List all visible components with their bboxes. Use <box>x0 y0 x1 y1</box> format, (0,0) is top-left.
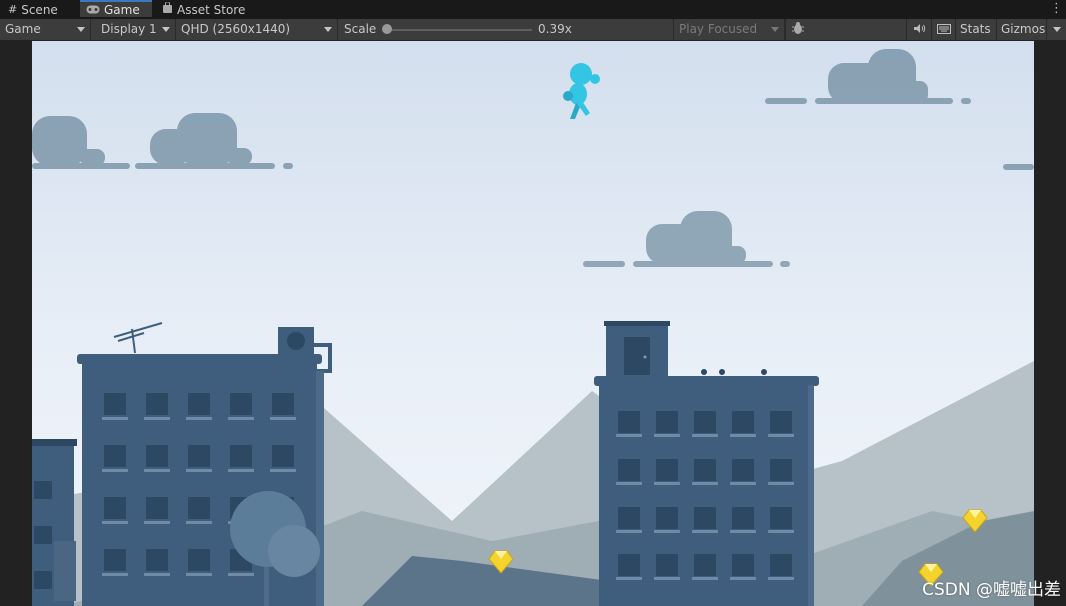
chevron-down-icon <box>1053 27 1061 32</box>
game-scene <box>32 41 1034 606</box>
gizmos-dropdown[interactable] <box>1046 19 1066 40</box>
chevron-down-icon <box>324 27 332 32</box>
grid-icon: # <box>8 2 18 16</box>
gizmos-button[interactable]: Gizmos <box>996 19 1049 40</box>
scale-value: 0.39x <box>538 22 572 36</box>
tab-label: Scene <box>21 2 58 17</box>
viewport-letterbox-right <box>1034 41 1066 606</box>
display-value: Display 1 <box>101 22 157 36</box>
shortcuts-button[interactable] <box>931 19 956 40</box>
resolution-value: QHD (2560x1440) <box>181 22 291 36</box>
tab-label: Asset Store <box>177 2 246 17</box>
watermark: CSDN @嘘嘘出差 <box>922 580 1061 600</box>
play-mode-value: Play Focused <box>679 22 758 36</box>
gamepad-icon <box>86 0 100 20</box>
shopping-bag-icon <box>162 0 173 20</box>
view-mode-value: Game <box>5 22 41 36</box>
kebab-menu-icon[interactable]: ⋮ <box>1050 1 1063 17</box>
view-mode-dropdown[interactable]: Game <box>0 19 91 40</box>
tab-asset-store[interactable]: Asset Store <box>162 0 245 19</box>
chevron-down-icon <box>162 27 170 32</box>
bug-icon <box>791 21 805 38</box>
speaker-icon <box>913 23 926 37</box>
scale-slider-handle[interactable] <box>382 24 392 34</box>
chevron-down-icon <box>771 27 779 32</box>
mute-audio-button[interactable] <box>906 19 931 40</box>
building-left-edge <box>32 439 77 606</box>
resolution-dropdown[interactable]: QHD (2560x1440) <box>176 19 338 40</box>
tab-scene[interactable]: # Scene <box>8 0 58 19</box>
editor-tab-bar: # Scene Game Asset Store ⋮ <box>0 0 1066 19</box>
tab-game[interactable]: Game <box>80 0 152 17</box>
chevron-down-icon <box>77 27 85 32</box>
scale-slider-track[interactable] <box>386 29 532 31</box>
keyboard-icon <box>937 23 951 37</box>
game-viewport[interactable] <box>32 41 1034 606</box>
stats-button[interactable]: Stats <box>955 19 995 40</box>
viewport-letterbox-left <box>0 41 32 606</box>
frame-debugger-button[interactable] <box>785 19 810 40</box>
display-dropdown[interactable]: Display 1 <box>96 19 176 40</box>
play-mode-dropdown[interactable]: Play Focused <box>673 19 785 40</box>
game-toolbar: Game Display 1 QHD (2560x1440) Scale 0.3… <box>0 19 1066 41</box>
tab-label: Game <box>104 2 140 17</box>
scale-label: Scale <box>344 22 377 36</box>
